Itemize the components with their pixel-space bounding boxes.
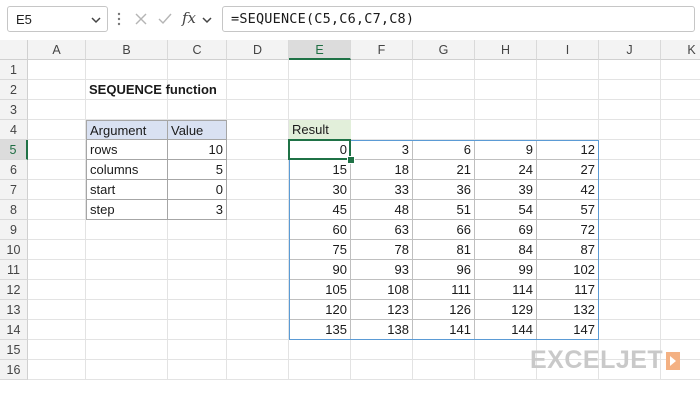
- logo-mark-icon: [666, 352, 680, 370]
- column-header-i[interactable]: I: [537, 40, 599, 60]
- enter-check-icon[interactable]: [157, 12, 173, 26]
- row-header-5[interactable]: 5: [0, 140, 28, 160]
- column-header-h[interactable]: H: [475, 40, 537, 60]
- row-header-12[interactable]: 12: [0, 280, 28, 300]
- row-header-8[interactable]: 8: [0, 200, 28, 220]
- row-header-10[interactable]: 10: [0, 240, 28, 260]
- formula-bar-buttons: fx: [130, 6, 216, 32]
- arg-name-cell[interactable]: start: [86, 179, 168, 200]
- arg-name-cell[interactable]: step: [86, 199, 168, 220]
- row-header-11[interactable]: 11: [0, 260, 28, 280]
- arg-value-cell[interactable]: 0: [167, 179, 227, 200]
- arg-name-cell[interactable]: columns: [86, 159, 168, 180]
- arg-value-cell[interactable]: 5: [167, 159, 227, 180]
- row-header-9[interactable]: 9: [0, 220, 28, 240]
- gridline-horizontal: [28, 379, 700, 380]
- row-header-7[interactable]: 7: [0, 180, 28, 200]
- fill-handle[interactable]: [347, 156, 355, 164]
- gridline-vertical: [226, 60, 227, 380]
- chevron-down-icon[interactable]: [202, 16, 212, 24]
- column-header-e[interactable]: E: [289, 40, 351, 60]
- column-header-d[interactable]: D: [227, 40, 289, 60]
- name-box[interactable]: E5: [7, 6, 108, 32]
- column-header-a[interactable]: A: [28, 40, 86, 60]
- formula-text: =SEQUENCE(C5,C6,C7,C8): [231, 11, 415, 27]
- result-header[interactable]: Result: [289, 120, 351, 140]
- insert-function-icon[interactable]: fx: [182, 9, 196, 27]
- drag-handle-icon[interactable]: [117, 11, 121, 27]
- arg-header-argument[interactable]: Argument: [86, 120, 168, 140]
- cancel-icon[interactable]: [134, 12, 148, 26]
- arg-name-cell[interactable]: rows: [86, 139, 168, 160]
- row-header-1[interactable]: 1: [0, 60, 28, 80]
- spill-range-border: [289, 140, 599, 340]
- gridline-vertical: [660, 60, 661, 380]
- arg-value-cell[interactable]: 3: [167, 199, 227, 220]
- row-header-15[interactable]: 15: [0, 340, 28, 360]
- arg-header-value[interactable]: Value: [167, 120, 227, 140]
- row-header-16[interactable]: 16: [0, 360, 28, 380]
- column-header-j[interactable]: J: [599, 40, 661, 60]
- sheet-title[interactable]: SEQUENCE function: [86, 80, 286, 100]
- row-header-4[interactable]: 4: [0, 120, 28, 140]
- arg-value-cell[interactable]: 10: [167, 139, 227, 160]
- active-cell-selection[interactable]: [288, 139, 351, 160]
- chevron-down-icon: [91, 17, 101, 24]
- column-header-b[interactable]: B: [86, 40, 168, 60]
- row-header-6[interactable]: 6: [0, 160, 28, 180]
- column-header-g[interactable]: G: [413, 40, 475, 60]
- select-all-corner[interactable]: [0, 40, 28, 60]
- exceljet-logo: EXCELJET: [530, 344, 690, 378]
- row-header-13[interactable]: 13: [0, 300, 28, 320]
- gridline-vertical: [85, 60, 86, 380]
- column-header-f[interactable]: F: [351, 40, 413, 60]
- formula-bar: E5 fx =SEQUENCE(C5,C6,C7,C8): [0, 0, 700, 38]
- row-header-14[interactable]: 14: [0, 320, 28, 340]
- row-header-3[interactable]: 3: [0, 100, 28, 120]
- column-header-c[interactable]: C: [168, 40, 227, 60]
- logo-text: EXCELJET: [530, 346, 664, 374]
- name-box-value: E5: [16, 12, 32, 27]
- column-header-k[interactable]: K: [661, 40, 700, 60]
- gridline-vertical: [167, 60, 168, 380]
- formula-input[interactable]: =SEQUENCE(C5,C6,C7,C8): [222, 6, 695, 32]
- row-header-2[interactable]: 2: [0, 80, 28, 100]
